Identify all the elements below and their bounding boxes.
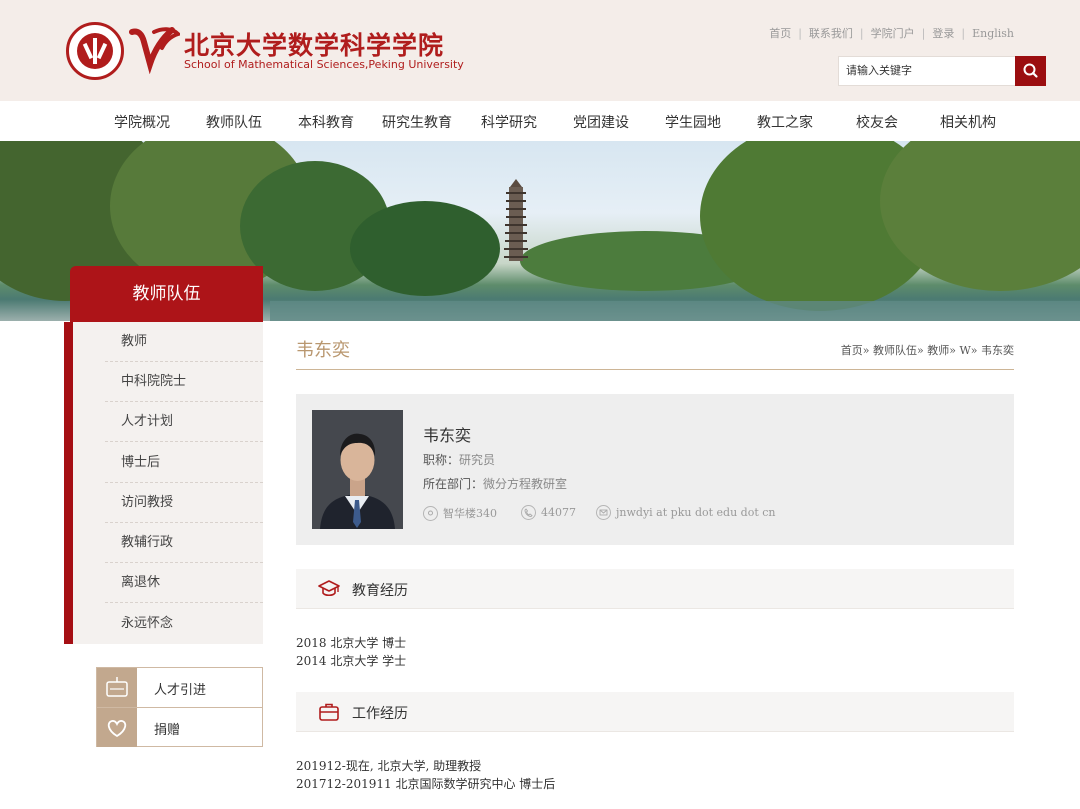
profile-card: 韦东奕 职称：研究员 所在部门：微分方程教研室 智华楼340 44077 jnw… [296, 394, 1014, 545]
sidebar-menu: 教师 中科院院士 人才计划 博士后 访问教授 教辅行政 离退休 永远怀念 [73, 322, 263, 644]
top-link-english[interactable]: English [972, 27, 1014, 40]
quick-link-recruit-label: 人才引进 [154, 683, 207, 698]
pagoda-illustration [504, 179, 528, 261]
top-link-home[interactable]: 首页 [769, 25, 791, 41]
quick-links: 人才引进 捐赠 [96, 667, 263, 747]
main-nav: 学院概况 教师队伍 本科教育 研究生教育 科学研究 党团建设 学生园地 教工之家… [0, 101, 1080, 141]
top-link-portal[interactable]: 学院门户 [871, 25, 915, 41]
phone-icon [521, 505, 536, 520]
hire-sign-icon [106, 677, 128, 697]
sidebar-item-faculty[interactable]: 教师 [105, 322, 263, 362]
nav-item-institutions[interactable]: 相关机构 [940, 112, 996, 132]
top-links: 首页 | 联系我们 | 学院门户 | 登录 | English [769, 25, 1014, 41]
briefcase-icon [319, 703, 339, 721]
school-title-cn[interactable]: 北京大学数学科学学院 [184, 26, 444, 62]
page-title: 韦东奕 [296, 340, 350, 361]
education-heading: 教育经历 [352, 583, 408, 599]
top-link-login[interactable]: 登录 [932, 25, 954, 41]
search-input[interactable]: 请输入关键字 [838, 56, 1016, 86]
sidebar-item-visiting[interactable]: 访问教授 [105, 483, 263, 523]
nav-item-students[interactable]: 学生园地 [665, 112, 721, 132]
graduation-cap-icon [318, 580, 340, 597]
nav-item-undergrad[interactable]: 本科教育 [298, 112, 354, 132]
heart-hands-icon [107, 720, 127, 738]
contact-office: 智华楼340 [423, 505, 497, 521]
profile-name: 韦东奕 [423, 426, 472, 445]
quick-link-donate[interactable]: 捐赠 [97, 708, 262, 747]
work-item: 201912-现在, 北京大学, 助理教授 [296, 759, 482, 773]
work-item: 201712-201911 北京国际数学研究中心 博士后 [296, 777, 556, 791]
portrait-illustration [312, 410, 403, 529]
nav-item-alumni[interactable]: 校友会 [856, 112, 898, 132]
education-section-header: 教育经历 [296, 569, 1014, 609]
sidebar-accent-bar [64, 322, 73, 644]
sidebar-item-postdoc[interactable]: 博士后 [105, 443, 263, 483]
sidebar-item-retired[interactable]: 离退休 [105, 563, 263, 603]
quick-link-donate-label: 捐赠 [154, 723, 181, 738]
profile-title-row: 职称：研究员 [423, 451, 495, 468]
profile-dept-row: 所在部门：微分方程教研室 [423, 475, 567, 492]
sidebar-title: 教师队伍 [70, 266, 263, 322]
nav-item-about[interactable]: 学院概况 [114, 112, 170, 132]
breadcrumb[interactable]: 首页» 教师队伍» 教师» W» 韦东奕 [841, 342, 1014, 358]
contact-phone-text: 44077 [541, 506, 576, 519]
education-item: 2014 北京大学 学士 [296, 654, 407, 668]
quick-link-recruit[interactable]: 人才引进 [97, 668, 262, 707]
search-button[interactable] [1015, 56, 1046, 86]
nav-item-graduate[interactable]: 研究生教育 [382, 112, 452, 132]
nav-item-research[interactable]: 科学研究 [481, 112, 537, 132]
email-icon [596, 505, 611, 520]
top-link-contact[interactable]: 联系我们 [809, 25, 853, 41]
profile-photo [312, 410, 403, 529]
contact-office-text: 智华楼340 [443, 507, 497, 520]
nav-item-party[interactable]: 党团建设 [573, 112, 629, 132]
profile-dept-label: 所在部门： [423, 477, 484, 491]
search-icon [1023, 63, 1038, 78]
work-heading: 工作经历 [352, 706, 408, 722]
search-box: 请输入关键字 [838, 56, 1046, 86]
site-header: 北京大学数学科学学院 School of Mathematical Scienc… [0, 0, 1080, 101]
school-title-en: School of Mathematical Sciences,Peking U… [184, 58, 464, 71]
contact-email-text: jnwdyi at pku dot edu dot cn [616, 506, 776, 519]
profile-title-label: 职称： [423, 453, 460, 467]
education-list: 2018 北京大学 博士 2014 北京大学 学士 [296, 634, 406, 670]
profile-title-value: 研究员 [459, 453, 496, 467]
location-icon [423, 505, 438, 521]
nav-item-faculty[interactable]: 教师队伍 [206, 112, 262, 132]
profile-dept-value: 微分方程教研室 [483, 477, 568, 491]
sidebar-item-talent-program[interactable]: 人才计划 [105, 402, 263, 442]
education-item: 2018 北京大学 博士 [296, 636, 407, 650]
contact-email: jnwdyi at pku dot edu dot cn [596, 505, 775, 520]
sidebar-item-academicians[interactable]: 中科院院士 [105, 362, 263, 402]
sidebar-item-admin[interactable]: 教辅行政 [105, 523, 263, 563]
school-monogram-logo[interactable] [128, 24, 180, 74]
nav-item-staff[interactable]: 教工之家 [757, 112, 813, 132]
sidebar-item-memorial[interactable]: 永远怀念 [105, 604, 263, 644]
contact-phone: 44077 [521, 505, 576, 520]
work-section-header: 工作经历 [296, 692, 1014, 732]
university-seal-logo[interactable] [66, 22, 124, 80]
title-divider [296, 369, 1014, 370]
work-list: 201912-现在, 北京大学, 助理教授 201712-201911 北京国际… [296, 757, 555, 793]
